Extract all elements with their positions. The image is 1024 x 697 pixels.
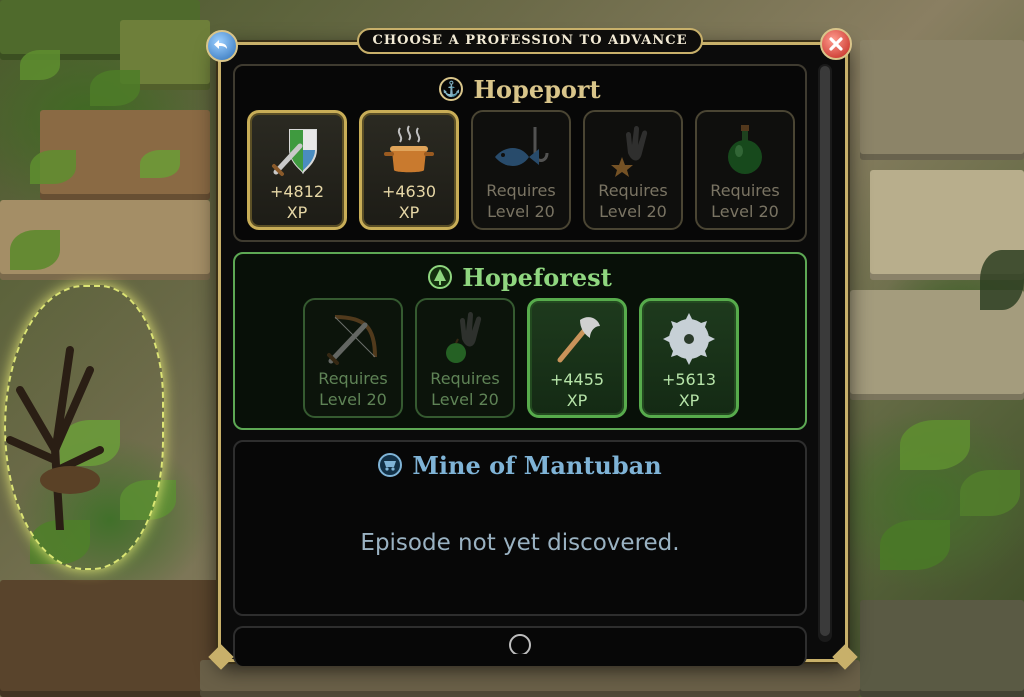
section-header-hopeforest: Hopeforest [235,260,805,294]
card-requirement: Requires [430,369,500,388]
partial-section-header [235,634,805,654]
axe-icon [545,309,609,369]
section-title-mine: Mine of Mantuban [412,450,662,480]
saw-blade-icon [657,309,721,369]
glove-apple-icon [433,308,497,368]
profession-card-woodcutting[interactable]: +4455 XP [527,298,627,418]
profession-card-cooking[interactable]: +4630 XP [359,110,459,230]
dialog-title: CHOOSE A PROFESSION TO ADVANCE [357,28,703,54]
undiscovered-message: Episode not yet discovered. [360,530,680,556]
card-xp-label: XP [566,391,588,410]
card-requirement: Requires [486,181,556,200]
close-button[interactable] [820,28,852,60]
profession-card-fishing[interactable]: Requires Level 20 [471,110,571,230]
close-x-icon [829,37,843,51]
section-title-hopeport: Hopeport [473,74,601,104]
card-level: Level 20 [711,202,779,221]
section-hopeforest: Hopeforest Requires Level 20 Requires Le… [233,252,807,430]
potion-flask-icon [713,120,777,180]
card-xp-value: +4630 [381,182,437,201]
pine-tree-icon [428,265,453,289]
minecart-icon [378,453,403,477]
profession-card-thieving[interactable]: Requires Level 20 [583,110,683,230]
dead-tree-creature [6,346,104,530]
glove-star-icon [601,120,665,180]
back-arrow-icon [214,40,227,49]
card-requirement: Requires [318,369,388,388]
card-level: Level 20 [319,390,387,409]
card-level: Level 20 [431,390,499,409]
card-level: Level 20 [487,202,555,221]
card-xp-value: +4812 [269,182,325,201]
profession-card-foraging[interactable]: Requires Level 20 [415,298,515,418]
cooking-pot-icon [377,121,441,181]
bow-sword-icon [321,308,385,368]
card-xp-label: XP [398,203,420,222]
card-xp-value: +4455 [549,370,605,389]
shield-sword-icon [265,121,329,181]
section-header-mine: Mine of Mantuban [235,448,805,482]
section-header-hopeport: ⚓ Hopeport [235,72,805,106]
scrollbar-thumb[interactable] [820,66,830,636]
card-xp-label: XP [678,391,700,410]
card-requirement: Requires [710,181,780,200]
fish-hook-icon [489,120,553,180]
partial-section-icon [509,634,531,654]
section-mine-of-mantuban: Mine of Mantuban Episode not yet discove… [233,440,807,616]
section-hopeport: ⚓ Hopeport +4812 XP +4630 XP Requires Le… [233,64,807,242]
profession-card-hunting[interactable]: Requires Level 20 [303,298,403,418]
anchor-icon: ⚓ [439,77,464,101]
profession-card-warrior[interactable]: +4812 XP [247,110,347,230]
profession-card-carpentry[interactable]: +5613 XP [639,298,739,418]
card-level: Level 20 [599,202,667,221]
back-button[interactable] [206,30,238,62]
card-requirement: Requires [598,181,668,200]
section-next-partial [233,626,807,666]
profession-card-alchemy[interactable]: Requires Level 20 [695,110,795,230]
card-xp-label: XP [286,203,308,222]
card-xp-value: +5613 [661,370,717,389]
section-title-hopeforest: Hopeforest [462,262,612,292]
